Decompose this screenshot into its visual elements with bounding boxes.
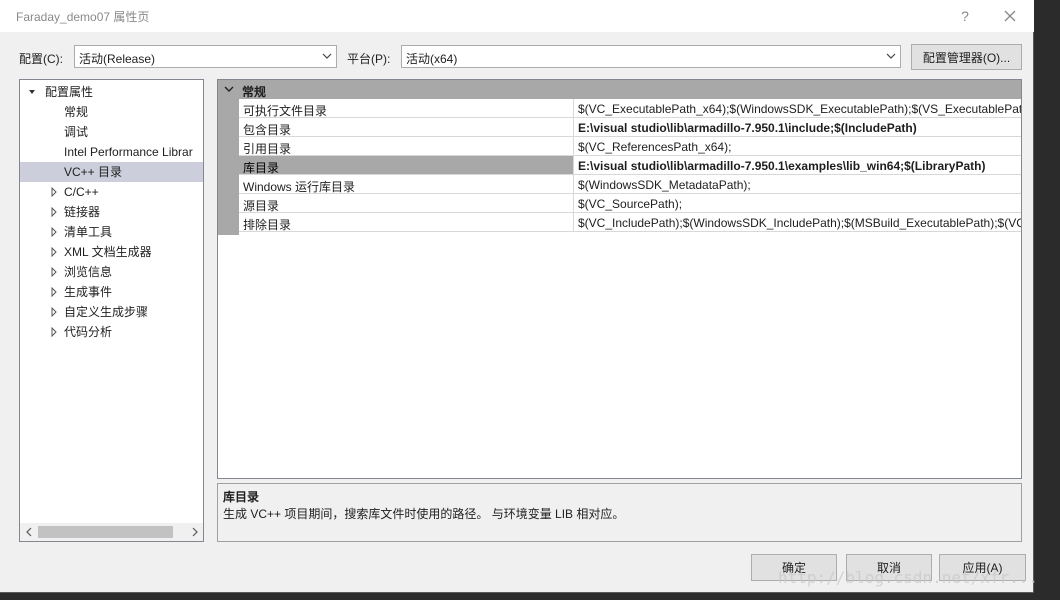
description-text: 生成 VC++ 项目期间，搜索库文件时使用的路径。 与环境变量 LIB 相对应。 — [223, 507, 625, 521]
tree-item-xml-doc-generator[interactable]: XML 文档生成器 — [20, 242, 203, 262]
category-label: 常规 — [242, 85, 267, 99]
config-combo[interactable]: 活动(Release) — [74, 45, 337, 68]
window-title: Faraday_demo07 属性页 — [16, 10, 150, 24]
property-name: 包含目录 — [243, 123, 292, 137]
collapsed-triangle-icon[interactable] — [48, 182, 62, 202]
platform-combo-value: 活动(x64) — [406, 52, 458, 66]
tree-item-label: VC++ 目录 — [64, 165, 123, 179]
collapsed-triangle-icon[interactable] — [48, 242, 62, 262]
property-name: 源目录 — [243, 199, 280, 213]
collapsed-triangle-icon[interactable] — [48, 322, 62, 342]
tree-item-label: 生成事件 — [64, 285, 113, 299]
property-row-include-dirs[interactable]: 包含目录 E:\visual studio\lib\armadillo-7.95… — [239, 118, 1021, 137]
chevron-down-icon — [322, 53, 332, 59]
help-icon: ? — [961, 8, 969, 24]
tree-item-label: 链接器 — [64, 205, 101, 219]
property-grid: 常规 可执行文件目录 $(VC_ExecutablePath_x64);$(Wi… — [217, 79, 1022, 479]
property-name: 排除目录 — [243, 218, 292, 232]
property-value[interactable]: $(WindowsSDK_MetadataPath); — [573, 175, 1021, 193]
config-label: 配置(C): — [19, 52, 63, 66]
close-button[interactable] — [990, 0, 1030, 32]
platform-combo[interactable]: 活动(x64) — [401, 45, 901, 68]
collapsed-triangle-icon[interactable] — [48, 222, 62, 242]
help-button[interactable]: ? — [945, 0, 985, 32]
tree-item-c-cpp[interactable]: C/C++ — [20, 182, 203, 202]
property-value-text: $(VC_ExecutablePath_x64);$(WindowsSDK_Ex… — [578, 102, 1022, 116]
category-row-general[interactable]: 常规 — [218, 80, 1021, 99]
chevron-down-icon[interactable] — [224, 85, 234, 93]
tree-item-label: 自定义生成步骤 — [64, 305, 149, 319]
category-tree: 配置属性 常规 调试 Intel Performance Librar VC++… — [19, 79, 204, 542]
property-row-executable-dirs[interactable]: 可执行文件目录 $(VC_ExecutablePath_x64);$(Windo… — [239, 99, 1022, 118]
property-value[interactable]: $(VC_ExecutablePath_x64);$(WindowsSDK_Ex… — [573, 99, 1022, 117]
description-title: 库目录 — [223, 490, 260, 504]
collapsed-triangle-icon[interactable] — [48, 302, 62, 322]
tree-item-linker[interactable]: 链接器 — [20, 202, 203, 222]
tree-item-label: 代码分析 — [64, 325, 113, 339]
tree-item-intel-performance[interactable]: Intel Performance Librar — [20, 142, 203, 162]
tree-item-label: 调试 — [64, 125, 89, 139]
property-row-exclude-dirs[interactable]: 排除目录 $(VC_IncludePath);$(WindowsSDK_Incl… — [239, 213, 1022, 232]
scroll-left-icon[interactable] — [24, 527, 34, 537]
tree-item-label: 浏览信息 — [64, 265, 113, 279]
property-value[interactable]: $(VC_ReferencesPath_x64); — [573, 137, 1021, 155]
tree-item-label: Intel Performance Librar — [64, 145, 193, 159]
expanded-triangle-icon[interactable] — [26, 82, 40, 102]
watermark: http://blog.csdn.net/xfr... — [778, 568, 1039, 587]
tree-item-code-analysis[interactable]: 代码分析 — [20, 322, 203, 342]
title-bar: Faraday_demo07 属性页 ? — [0, 0, 1034, 32]
tree-item-vc-directories[interactable]: VC++ 目录 — [20, 162, 203, 182]
property-name: 可执行文件目录 — [243, 104, 328, 118]
property-value[interactable]: $(VC_IncludePath);$(WindowsSDK_IncludePa… — [573, 213, 1022, 231]
scrollbar-thumb[interactable] — [38, 526, 173, 538]
property-row-source-dirs[interactable]: 源目录 $(VC_SourcePath); — [239, 194, 1021, 213]
tree-item-debugging[interactable]: 调试 — [20, 122, 203, 142]
tree-item-build-events[interactable]: 生成事件 — [20, 282, 203, 302]
property-value-text: E:\visual studio\lib\armadillo-7.950.1\i… — [578, 121, 917, 135]
chevron-down-icon — [886, 53, 896, 59]
property-value-text: $(VC_SourcePath); — [578, 197, 683, 211]
grid-gutter — [218, 80, 239, 235]
config-combo-value: 活动(Release) — [79, 52, 156, 66]
tree-item-label: 清单工具 — [64, 225, 113, 239]
property-row-reference-dirs[interactable]: 引用目录 $(VC_ReferencesPath_x64); — [239, 137, 1021, 156]
description-panel: 库目录 生成 VC++ 项目期间，搜索库文件时使用的路径。 与环境变量 LIB … — [217, 483, 1022, 542]
property-name: 引用目录 — [243, 142, 292, 156]
scroll-right-icon[interactable] — [190, 527, 200, 537]
property-name: 库目录 — [243, 161, 280, 175]
property-value-text: E:\visual studio\lib\armadillo-7.950.1\e… — [578, 159, 986, 173]
property-value-text: $(VC_ReferencesPath_x64); — [578, 140, 732, 154]
tree-root[interactable]: 配置属性 — [26, 82, 203, 102]
close-icon — [1004, 10, 1016, 22]
tree-item-manifest-tool[interactable]: 清单工具 — [20, 222, 203, 242]
property-pages-dialog: Faraday_demo07 属性页 ? 配置(C): 活动(Release) … — [0, 0, 1034, 593]
tree-item-label: XML 文档生成器 — [64, 245, 152, 259]
platform-label: 平台(P): — [347, 52, 391, 66]
property-value-text: $(WindowsSDK_MetadataPath); — [578, 178, 751, 192]
property-row-library-dirs[interactable]: 库目录 E:\visual studio\lib\armadillo-7.950… — [239, 156, 1021, 175]
config-manager-button[interactable]: 配置管理器(O)... — [911, 44, 1022, 70]
property-name: Windows 运行库目录 — [243, 180, 356, 194]
collapsed-triangle-icon[interactable] — [48, 262, 62, 282]
collapsed-triangle-icon[interactable] — [48, 282, 62, 302]
tree-item-general[interactable]: 常规 — [20, 102, 203, 122]
property-value[interactable]: E:\visual studio\lib\armadillo-7.950.1\e… — [573, 156, 1021, 174]
tree-root-label: 配置属性 — [45, 85, 94, 99]
tree-horizontal-scrollbar[interactable] — [20, 523, 203, 541]
property-row-winrt-dirs[interactable]: Windows 运行库目录 $(WindowsSDK_MetadataPath)… — [239, 175, 1021, 194]
tree-item-browse-info[interactable]: 浏览信息 — [20, 262, 203, 282]
tree-item-label: C/C++ — [64, 185, 99, 199]
tree-item-custom-build-step[interactable]: 自定义生成步骤 — [20, 302, 203, 322]
property-value[interactable]: E:\visual studio\lib\armadillo-7.950.1\i… — [573, 118, 1021, 136]
property-value[interactable]: $(VC_SourcePath); — [573, 194, 1021, 212]
tree-item-label: 常规 — [64, 105, 89, 119]
property-value-text: $(VC_IncludePath);$(WindowsSDK_IncludePa… — [578, 216, 1022, 230]
collapsed-triangle-icon[interactable] — [48, 202, 62, 222]
